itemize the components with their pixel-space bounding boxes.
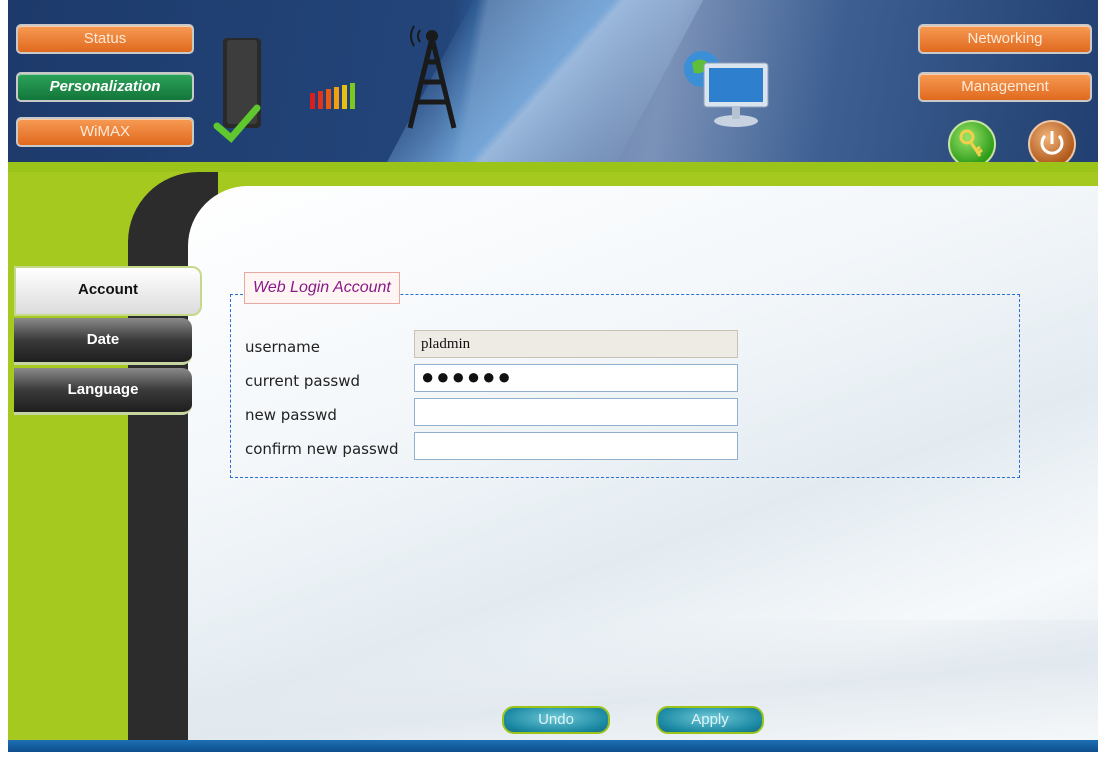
key-glyph-icon [959,129,983,157]
header-divider [8,162,1098,172]
power-glyph-icon [1040,131,1064,155]
power-icon[interactable] [1028,120,1076,162]
footer-bar [8,740,1098,752]
tab-language[interactable]: Language [14,368,192,415]
nav-status-button[interactable]: Status [16,24,194,54]
fieldset-legend: Web Login Account [244,272,400,304]
router-web-ui: Status Personalization WiMAX Networking … [8,0,1098,752]
username-field: pladmin [414,330,738,358]
header-banner: Status Personalization WiMAX Networking … [8,0,1098,162]
tab-date[interactable]: Date [14,318,192,365]
monitor-globe-icon [684,51,769,127]
tab-account[interactable]: Account [14,266,202,316]
nav-management-button[interactable]: Management [918,72,1092,102]
cell-tower-icon [407,25,457,129]
confirm-passwd-field[interactable] [414,432,738,460]
router-device-icon [213,38,261,143]
username-label: username [245,338,320,356]
nav-networking-button[interactable]: Networking [918,24,1092,54]
new-passwd-label: new passwd [245,406,337,424]
nav-wimax-button[interactable]: WiMAX [16,117,194,147]
key-icon[interactable] [948,120,996,162]
content-swoosh [188,620,1098,740]
new-passwd-field[interactable] [414,398,738,426]
undo-button[interactable]: Undo [502,706,610,734]
signal-bars-icon [310,83,355,109]
apply-button[interactable]: Apply [656,706,764,734]
confirm-passwd-label: confirm new passwd [245,440,399,458]
current-passwd-label: current passwd [245,372,361,390]
nav-personalization-button[interactable]: Personalization [16,72,194,102]
password-mask: ●●●●●● [421,364,513,389]
current-passwd-field[interactable]: ●●●●●● [414,364,738,392]
